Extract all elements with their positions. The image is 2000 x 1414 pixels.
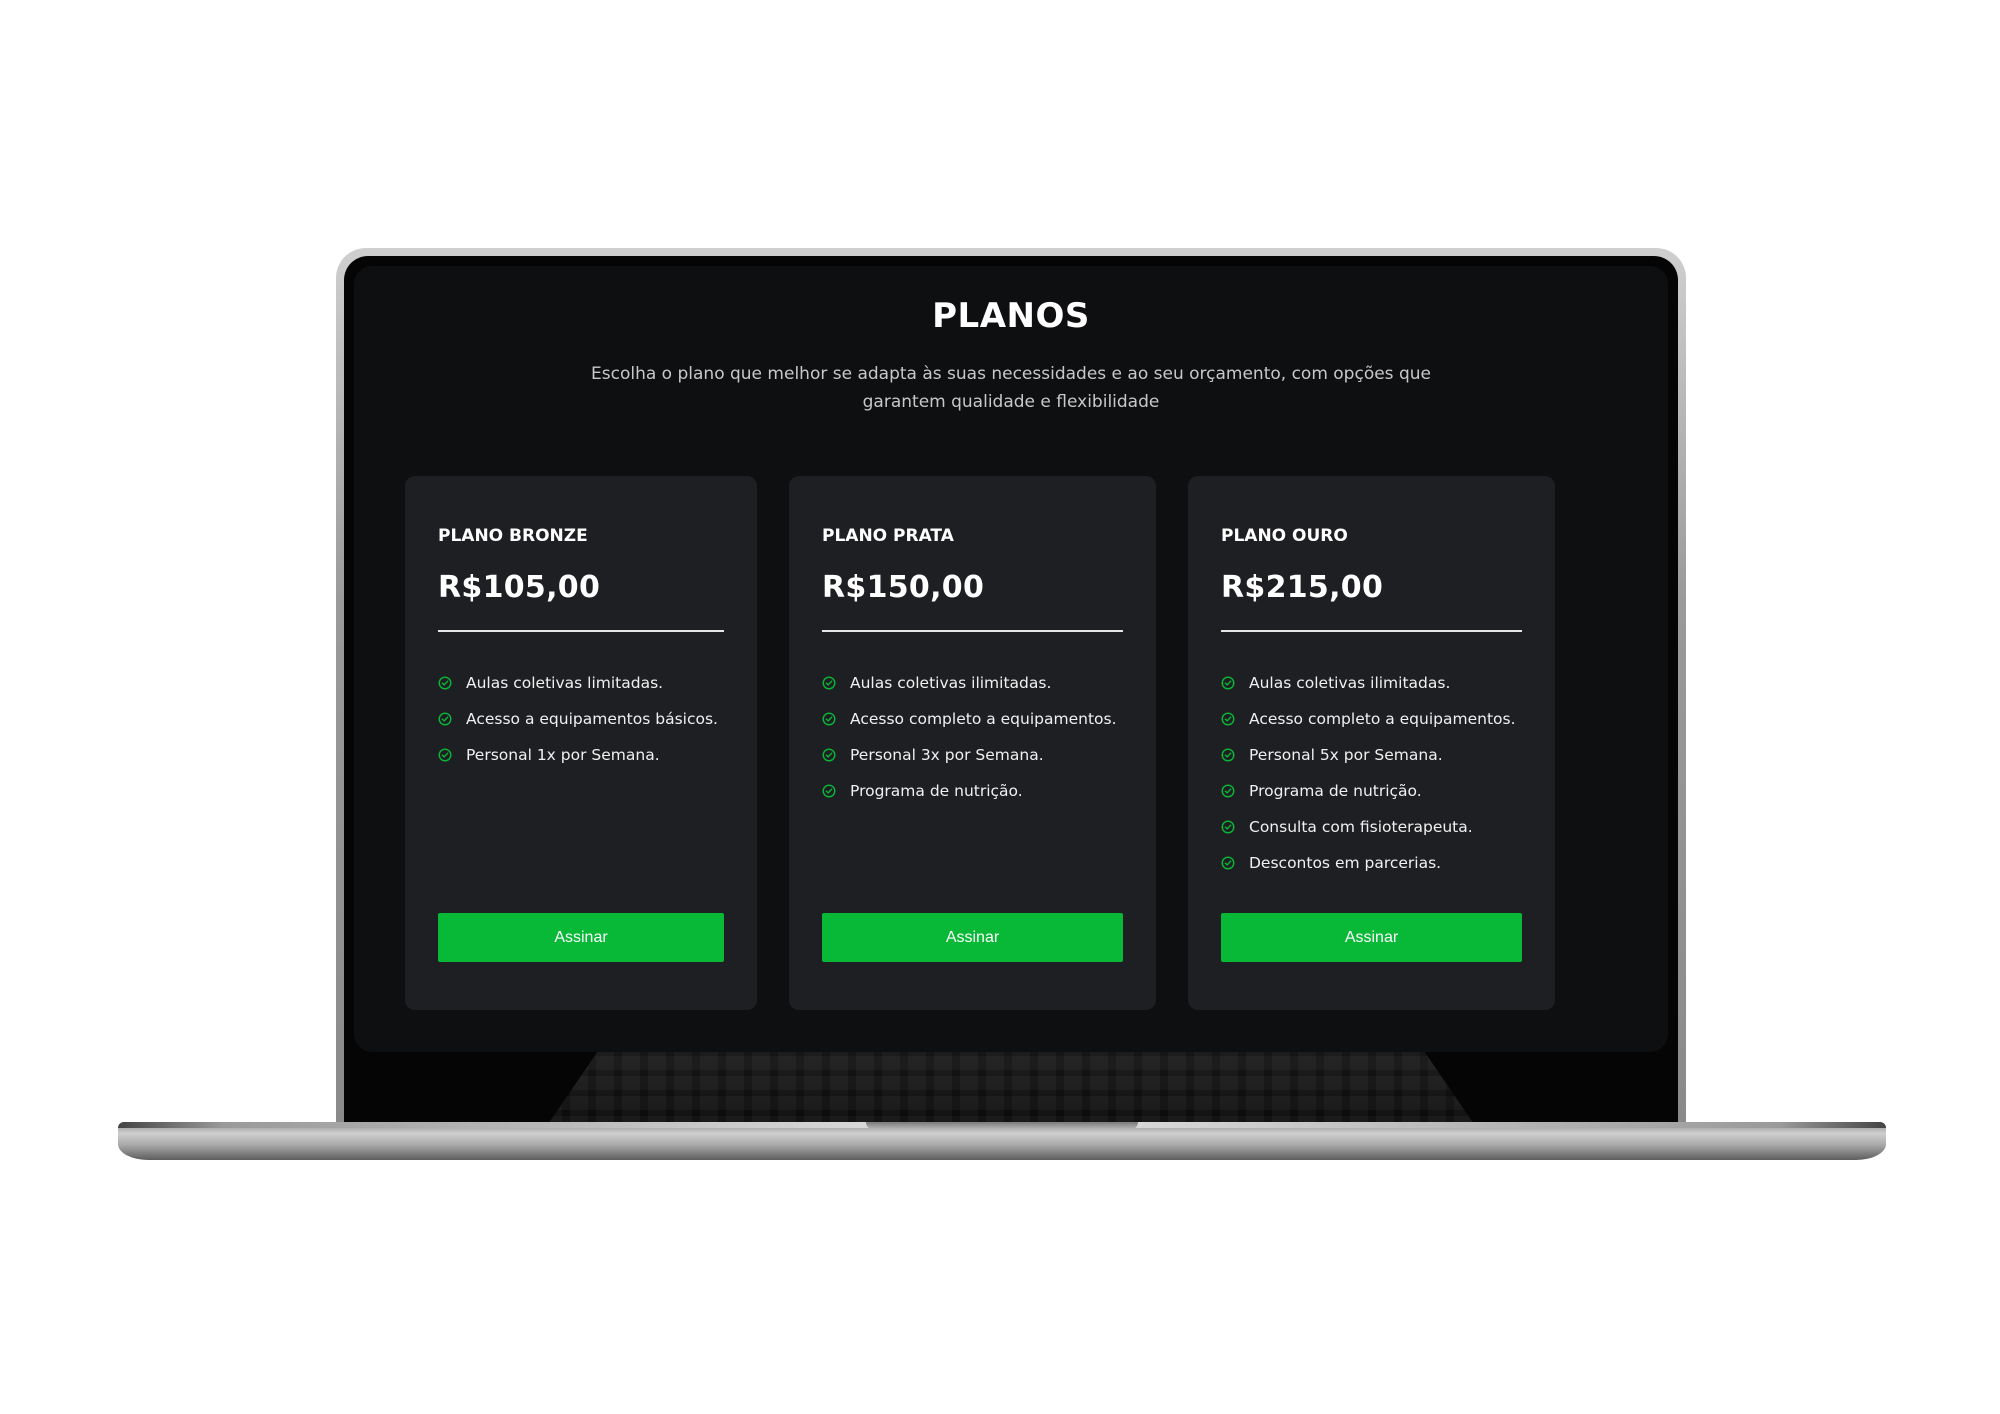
page-title: PLANOS [932, 296, 1090, 336]
feature-item: Programa de nutrição. [1221, 773, 1516, 809]
plan-price: R$150,00 [822, 570, 985, 605]
check-circle-icon [1221, 856, 1235, 870]
plan-name: PLANO OURO [1221, 526, 1348, 546]
feature-text: Aulas coletivas ilimitadas. [1249, 674, 1451, 692]
feature-text: Personal 3x por Semana. [850, 746, 1044, 764]
plan-price: R$215,00 [1221, 570, 1384, 605]
plan-card-prata: PLANO PRATA R$150,00 Aulas coletivas ili… [789, 476, 1156, 1010]
feature-item: Aulas coletivas ilimitadas. [1221, 665, 1516, 701]
page-subtitle: Escolha o plano que melhor se adapta às … [591, 364, 1431, 412]
check-circle-icon [1221, 784, 1235, 798]
feature-text: Aulas coletivas ilimitadas. [850, 674, 1052, 692]
subscribe-button-prata[interactable]: Assinar [822, 913, 1123, 962]
plan-card-ouro: PLANO OURO R$215,00 Aulas coletivas ilim… [1188, 476, 1555, 1010]
feature-item: Personal 5x por Semana. [1221, 737, 1516, 773]
feature-text: Aulas coletivas limitadas. [466, 674, 664, 692]
feature-list: Aulas coletivas ilimitadas. Acesso compl… [822, 665, 1117, 809]
feature-item: Programa de nutrição. [822, 773, 1117, 809]
check-circle-icon [1221, 676, 1235, 690]
feature-item: Acesso completo a equipamentos. [1221, 701, 1516, 737]
pricing-screen: PLANOS Escolha o plano que melhor se ada… [354, 266, 1668, 1052]
keyboard-reflection [544, 1048, 1478, 1130]
check-circle-icon [1221, 748, 1235, 762]
feature-text: Personal 1x por Semana. [466, 746, 660, 764]
check-circle-icon [1221, 712, 1235, 726]
feature-item: Aulas coletivas ilimitadas. [822, 665, 1117, 701]
plan-divider [822, 630, 1123, 632]
plan-divider [1221, 630, 1522, 632]
laptop-hinge-notch [866, 1122, 1138, 1130]
check-circle-icon [438, 676, 452, 690]
check-circle-icon [822, 712, 836, 726]
plan-divider [438, 630, 724, 632]
feature-text: Programa de nutrição. [1249, 782, 1422, 800]
check-circle-icon [822, 784, 836, 798]
subscribe-button-ouro[interactable]: Assinar [1221, 913, 1522, 962]
feature-list: Aulas coletivas ilimitadas. Acesso compl… [1221, 665, 1516, 881]
subscribe-button-bronze[interactable]: Assinar [438, 913, 724, 962]
feature-text: Acesso a equipamentos básicos. [466, 710, 718, 728]
feature-item: Acesso completo a equipamentos. [822, 701, 1117, 737]
feature-item: Personal 3x por Semana. [822, 737, 1117, 773]
feature-text: Descontos em parcerias. [1249, 854, 1442, 872]
plan-card-bronze: PLANO BRONZE R$105,00 Aulas coletivas li… [405, 476, 757, 1010]
plan-price: R$105,00 [438, 570, 601, 605]
feature-text: Acesso completo a equipamentos. [1249, 710, 1516, 728]
check-circle-icon [822, 748, 836, 762]
feature-text: Programa de nutrição. [850, 782, 1023, 800]
feature-text: Acesso completo a equipamentos. [850, 710, 1117, 728]
check-circle-icon [1221, 820, 1235, 834]
feature-text: Consulta com fisioterapeuta. [1249, 818, 1473, 836]
feature-list: Aulas coletivas limitadas. Acesso a equi… [438, 665, 718, 773]
feature-item: Descontos em parcerias. [1221, 845, 1516, 881]
feature-item: Aulas coletivas limitadas. [438, 665, 718, 701]
plan-name: PLANO BRONZE [438, 526, 588, 546]
check-circle-icon [822, 676, 836, 690]
check-circle-icon [438, 712, 452, 726]
feature-item: Consulta com fisioterapeuta. [1221, 809, 1516, 845]
check-circle-icon [438, 748, 452, 762]
feature-item: Personal 1x por Semana. [438, 737, 718, 773]
feature-text: Personal 5x por Semana. [1249, 746, 1443, 764]
feature-item: Acesso a equipamentos básicos. [438, 701, 718, 737]
plan-name: PLANO PRATA [822, 526, 954, 546]
